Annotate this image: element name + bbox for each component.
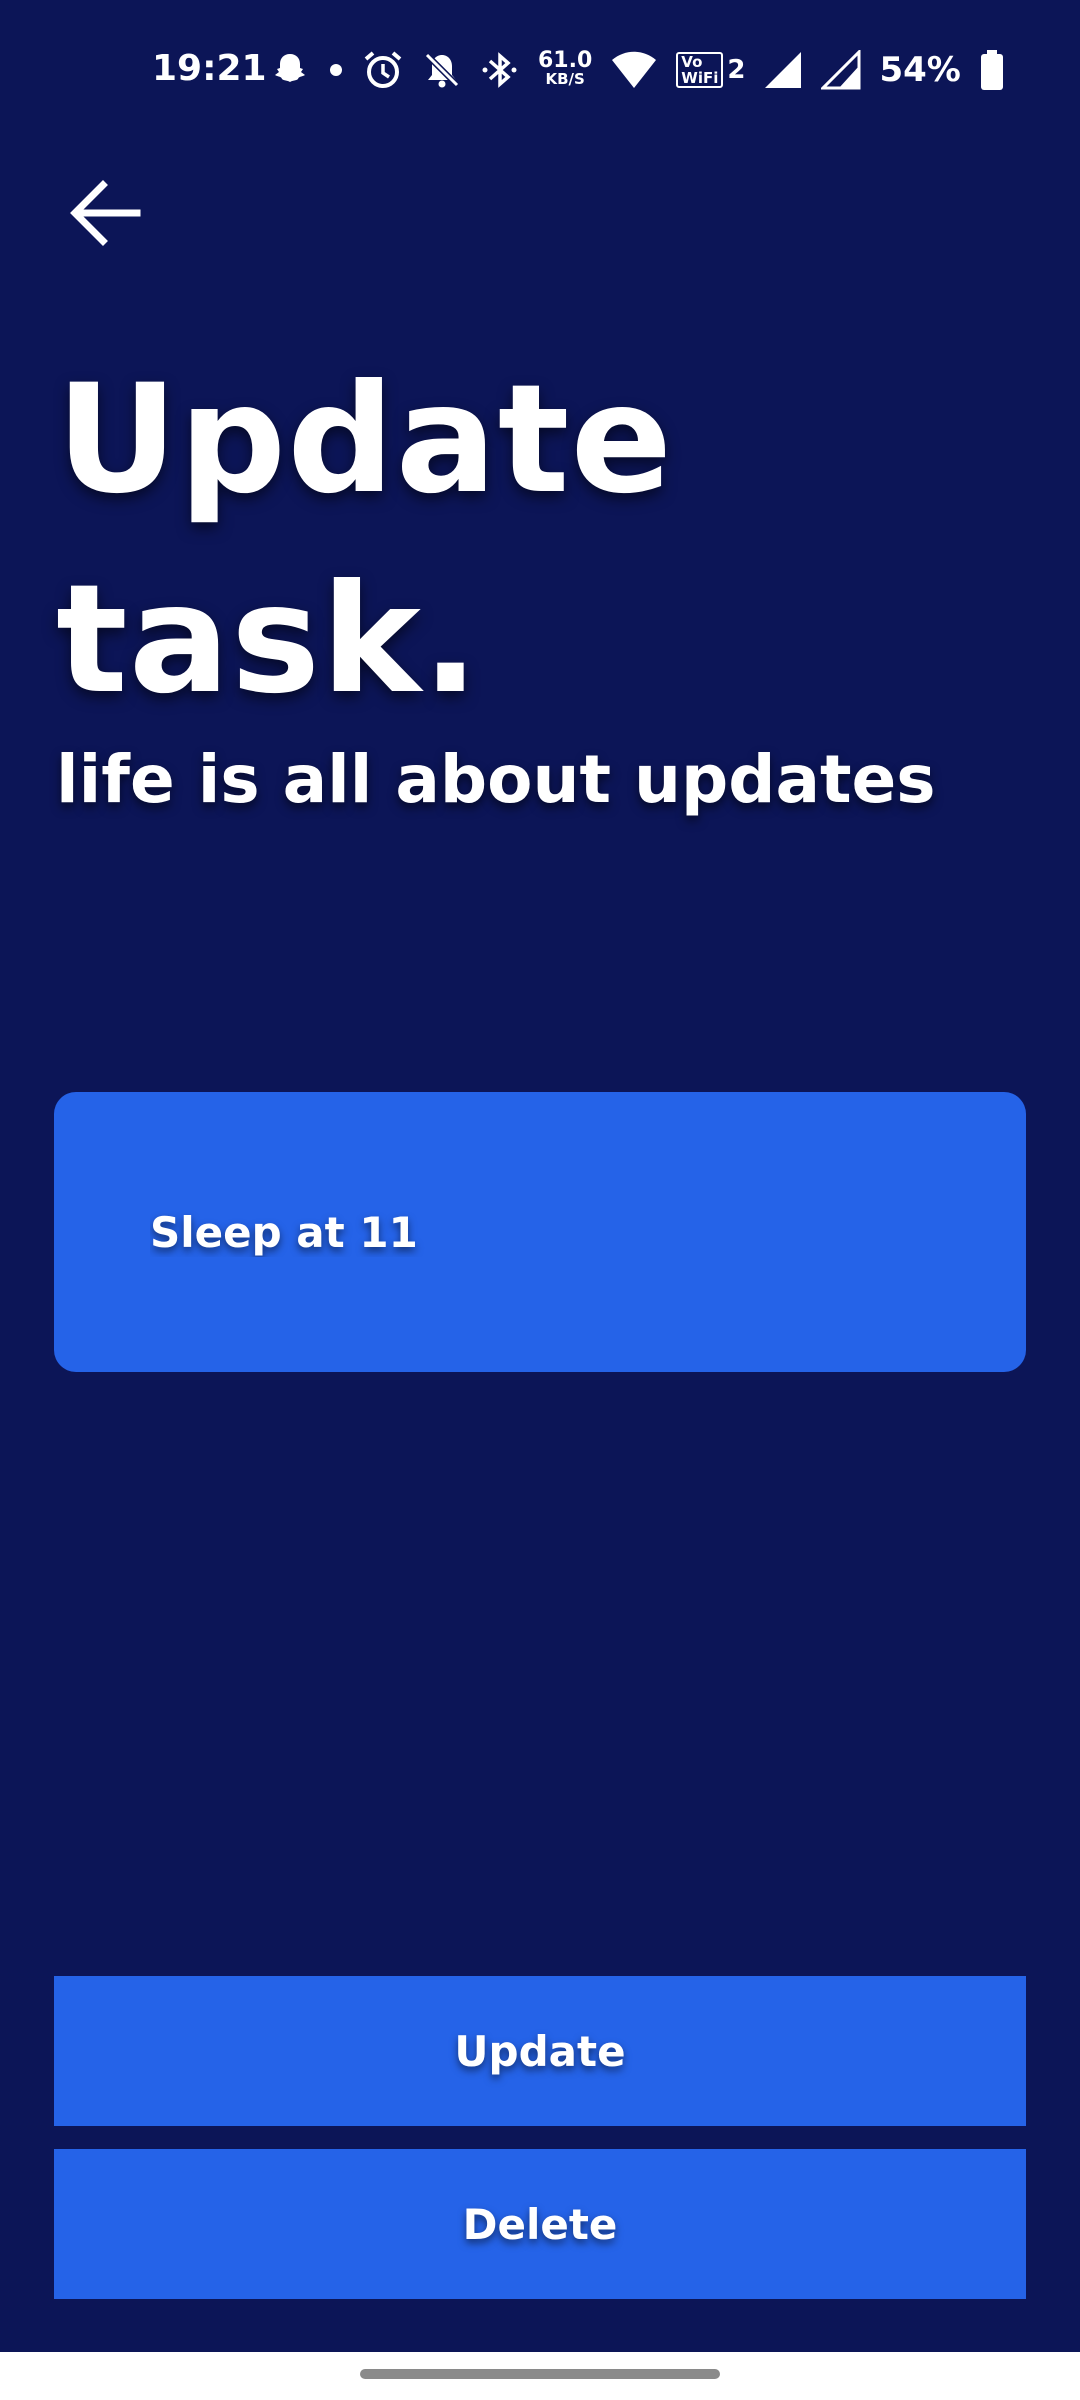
bluetooth-icon bbox=[480, 49, 520, 91]
wifi-icon bbox=[610, 50, 658, 90]
net-speed: 61.0 KB/S bbox=[538, 48, 593, 89]
update-button[interactable]: Update bbox=[54, 1976, 1026, 2126]
page-title: Update task. bbox=[56, 353, 674, 727]
battery-percent: 54% bbox=[879, 50, 961, 90]
vowifi-icon: Vo WiFi bbox=[676, 52, 724, 88]
page-subtitle: life is all about updates bbox=[56, 741, 936, 818]
snapchat-icon bbox=[270, 50, 310, 90]
alarm-icon bbox=[362, 49, 404, 91]
net-speed-value: 61.0 bbox=[538, 48, 593, 73]
battery-icon bbox=[979, 49, 1005, 91]
screen: 19:21 61.0 KB/S Vo WiFi 2 54% Update tas… bbox=[0, 0, 1080, 2400]
status-bar: 19:21 61.0 KB/S Vo WiFi 2 54% bbox=[0, 0, 1080, 140]
status-icons: 61.0 KB/S Vo WiFi 2 54% bbox=[270, 46, 1005, 94]
delete-button[interactable]: Delete bbox=[54, 2149, 1026, 2299]
dot-icon bbox=[328, 62, 344, 78]
arrow-left-icon bbox=[69, 179, 141, 251]
home-indicator[interactable] bbox=[360, 2369, 720, 2379]
back-button[interactable] bbox=[60, 175, 150, 255]
signal-icon-2 bbox=[821, 50, 861, 90]
net-speed-unit: KB/S bbox=[545, 70, 585, 88]
task-input[interactable] bbox=[150, 1182, 970, 1282]
vowifi-sim: 2 bbox=[727, 55, 746, 85]
task-input-container[interactable] bbox=[54, 1092, 1026, 1372]
bell-off-icon bbox=[422, 50, 462, 90]
status-time: 19:21 bbox=[152, 48, 267, 89]
vowifi-top: Vo bbox=[681, 53, 703, 71]
vowifi-bottom: WiFi bbox=[681, 69, 719, 87]
signal-icon bbox=[763, 50, 803, 90]
